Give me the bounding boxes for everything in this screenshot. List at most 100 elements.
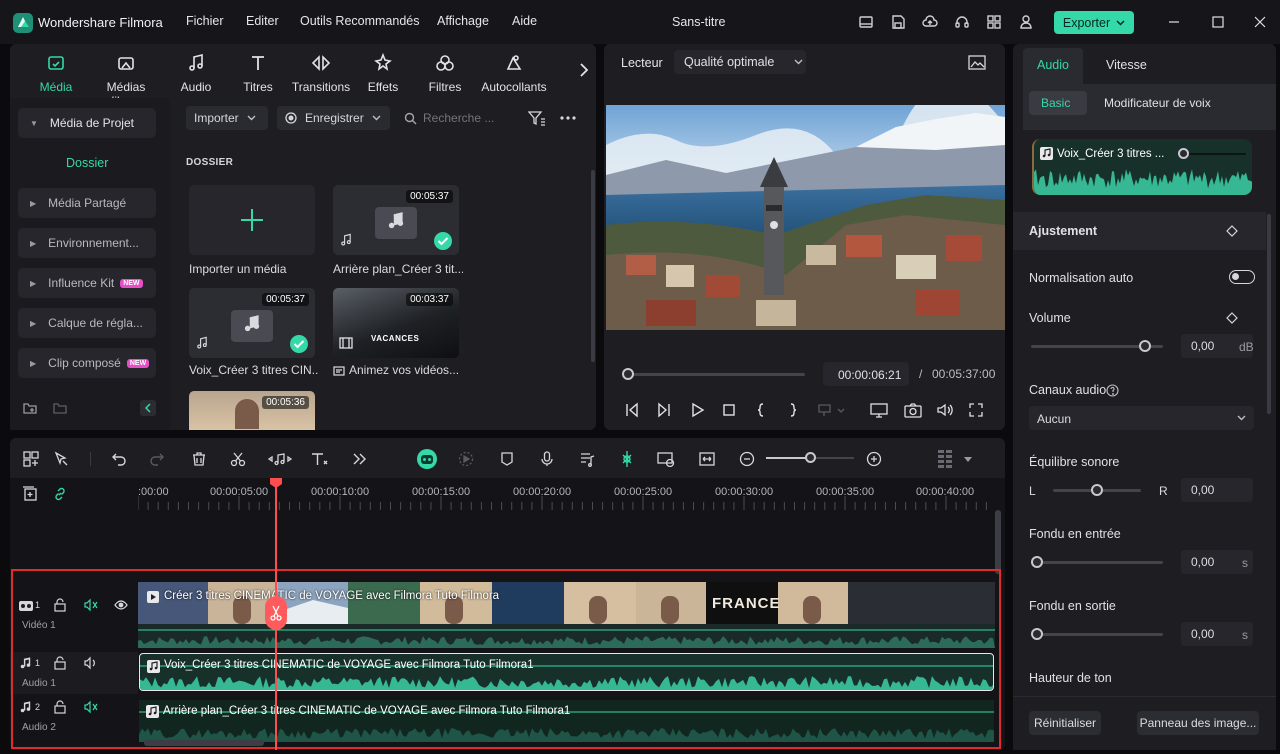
apps-grid-icon[interactable] [986, 14, 1002, 30]
new-folder-icon[interactable] [22, 400, 38, 416]
headset-icon[interactable] [954, 14, 970, 30]
sidebar-environment[interactable]: ▶ Environnement... [18, 228, 156, 258]
scissors-icon[interactable] [229, 450, 247, 468]
tab-audio[interactable]: Audio [161, 52, 231, 94]
audio-mix-icon[interactable] [578, 450, 596, 468]
caret-down-icon[interactable] [964, 456, 972, 462]
microphone-icon[interactable] [538, 450, 556, 468]
tab-media[interactable]: Média [21, 52, 91, 94]
keyframe-diamond-icon[interactable] [1225, 311, 1239, 325]
subtab-basic[interactable]: Basic [1041, 96, 1070, 110]
more-options-icon[interactable] [559, 110, 577, 126]
delete-icon[interactable] [190, 450, 208, 468]
media-scrollbar[interactable] [591, 170, 595, 362]
render-icon[interactable] [457, 450, 475, 468]
close-icon[interactable] [1252, 14, 1268, 30]
sidebar-adjustment-layer[interactable]: ▶ Calque de régla... [18, 308, 156, 338]
fullscreen-icon[interactable] [968, 402, 984, 418]
media-item-video-vacances[interactable]: VACANCES 00:03:37 [333, 288, 459, 358]
next-frame-icon[interactable] [656, 402, 672, 418]
current-time[interactable]: 00:00:06:21 [823, 362, 909, 386]
tab-stickers[interactable]: Autocollants [479, 52, 549, 94]
folder-icon[interactable] [52, 400, 68, 416]
reset-button[interactable]: Réinitialiser [1029, 711, 1101, 735]
add-track-icon[interactable] [22, 486, 38, 502]
fade-out-slider-track[interactable] [1031, 633, 1163, 636]
save-icon[interactable] [890, 14, 906, 30]
volume-icon[interactable] [936, 402, 954, 418]
props-scrollbar[interactable] [1267, 214, 1271, 414]
record-button[interactable]: Enregistrer [277, 106, 390, 130]
user-icon[interactable] [1018, 14, 1034, 30]
eye-icon[interactable] [114, 598, 128, 612]
layout-grid-icon[interactable] [22, 450, 40, 468]
zoom-out-icon[interactable] [738, 450, 756, 468]
previous-frame-icon[interactable] [624, 402, 640, 418]
display-icon[interactable] [870, 402, 888, 418]
keyframe-panel-button[interactable]: Panneau des image... [1137, 711, 1259, 735]
filter-icon[interactable] [528, 110, 546, 126]
import-button[interactable]: Importer [186, 106, 268, 130]
menu-fichier[interactable]: Fichier [186, 14, 224, 28]
menu-editer[interactable]: Editer [246, 14, 279, 28]
balance-slider-handle[interactable] [1091, 484, 1103, 496]
mark-out-icon[interactable] [785, 402, 801, 418]
search-input[interactable] [423, 108, 523, 128]
channels-select[interactable]: Aucun [1029, 406, 1254, 430]
tab-filters[interactable]: Filtres [410, 52, 480, 94]
sidebar-influence-kit[interactable]: ▶ Influence Kit NEW [18, 268, 156, 298]
fade-out-slider-handle[interactable] [1031, 628, 1043, 640]
split-marker[interactable] [265, 596, 287, 630]
lock-icon[interactable] [53, 598, 67, 612]
audio-clip-voice[interactable]: Voix_Créer 3 titres CINEMATIC de VOYAGE … [139, 653, 994, 691]
volume-slider-handle[interactable] [1139, 340, 1151, 352]
fade-in-slider-handle[interactable] [1031, 556, 1043, 568]
auto-normalize-toggle[interactable] [1229, 270, 1255, 284]
media-item-voice-audio[interactable]: 00:05:37 [189, 288, 315, 358]
mute-icon[interactable] [84, 700, 98, 714]
export-button[interactable]: Exporter [1054, 11, 1134, 34]
track-height-icon[interactable] [936, 450, 954, 468]
zoom-in-icon[interactable] [865, 450, 883, 468]
preview-scrub-handle[interactable] [1178, 148, 1189, 159]
preview-scrub-track[interactable] [1184, 153, 1246, 155]
ai-robot-icon[interactable] [416, 448, 438, 470]
preview-render-icon[interactable] [657, 450, 675, 468]
keyframe-diamond-icon[interactable] [1225, 224, 1239, 238]
lock-icon[interactable] [53, 700, 67, 714]
text-tool-icon[interactable] [310, 450, 330, 468]
audio-tools-icon[interactable] [268, 450, 292, 468]
collapse-sidebar-icon[interactable] [140, 400, 156, 416]
playback-progress-track[interactable] [624, 373, 805, 376]
tab-transitions[interactable]: Transitions [286, 52, 356, 94]
speaker-icon[interactable] [84, 656, 98, 670]
link-icon[interactable] [52, 486, 68, 502]
maximize-icon[interactable] [1210, 14, 1226, 30]
media-item-video-presenter[interactable]: 00:05:36 [189, 391, 315, 430]
snap-icon[interactable] [618, 450, 636, 468]
timeline-horizontal-scrollbar[interactable] [144, 740, 264, 746]
mute-icon[interactable] [84, 598, 98, 612]
sidebar-project-media[interactable]: ▼ Média de Projet [18, 108, 156, 138]
sidebar-folder[interactable]: Dossier [66, 156, 108, 170]
props-tab-audio[interactable]: Audio [1037, 58, 1069, 72]
tab-effects[interactable]: Effets [348, 52, 418, 94]
camera-icon[interactable] [904, 402, 922, 418]
audio-clip-background[interactable]: Arrière plan_Créer 3 titres CINEMATIC de… [139, 700, 994, 742]
select-tool-icon[interactable] [52, 450, 70, 468]
timeline-vertical-scrollbar[interactable] [995, 510, 1001, 574]
balance-input[interactable]: 0,00 [1181, 478, 1253, 502]
stop-icon[interactable] [721, 402, 737, 418]
chevron-right-icon[interactable] [577, 62, 591, 78]
lock-icon[interactable] [53, 656, 67, 670]
fade-in-slider-track[interactable] [1031, 561, 1163, 564]
import-media-tile[interactable] [189, 185, 315, 255]
menu-aide[interactable]: Aide [512, 14, 537, 28]
snapshot-view-icon[interactable] [968, 55, 986, 71]
video-preview[interactable] [606, 105, 1005, 330]
playback-progress-handle[interactable] [621, 368, 634, 380]
sidebar-shared-media[interactable]: ▶ Média Partagé [18, 188, 156, 218]
redo-icon[interactable] [148, 450, 166, 468]
help-icon[interactable] [1105, 383, 1119, 397]
sidebar-compound-clip[interactable]: ▶ Clip composé NEW [18, 348, 156, 378]
